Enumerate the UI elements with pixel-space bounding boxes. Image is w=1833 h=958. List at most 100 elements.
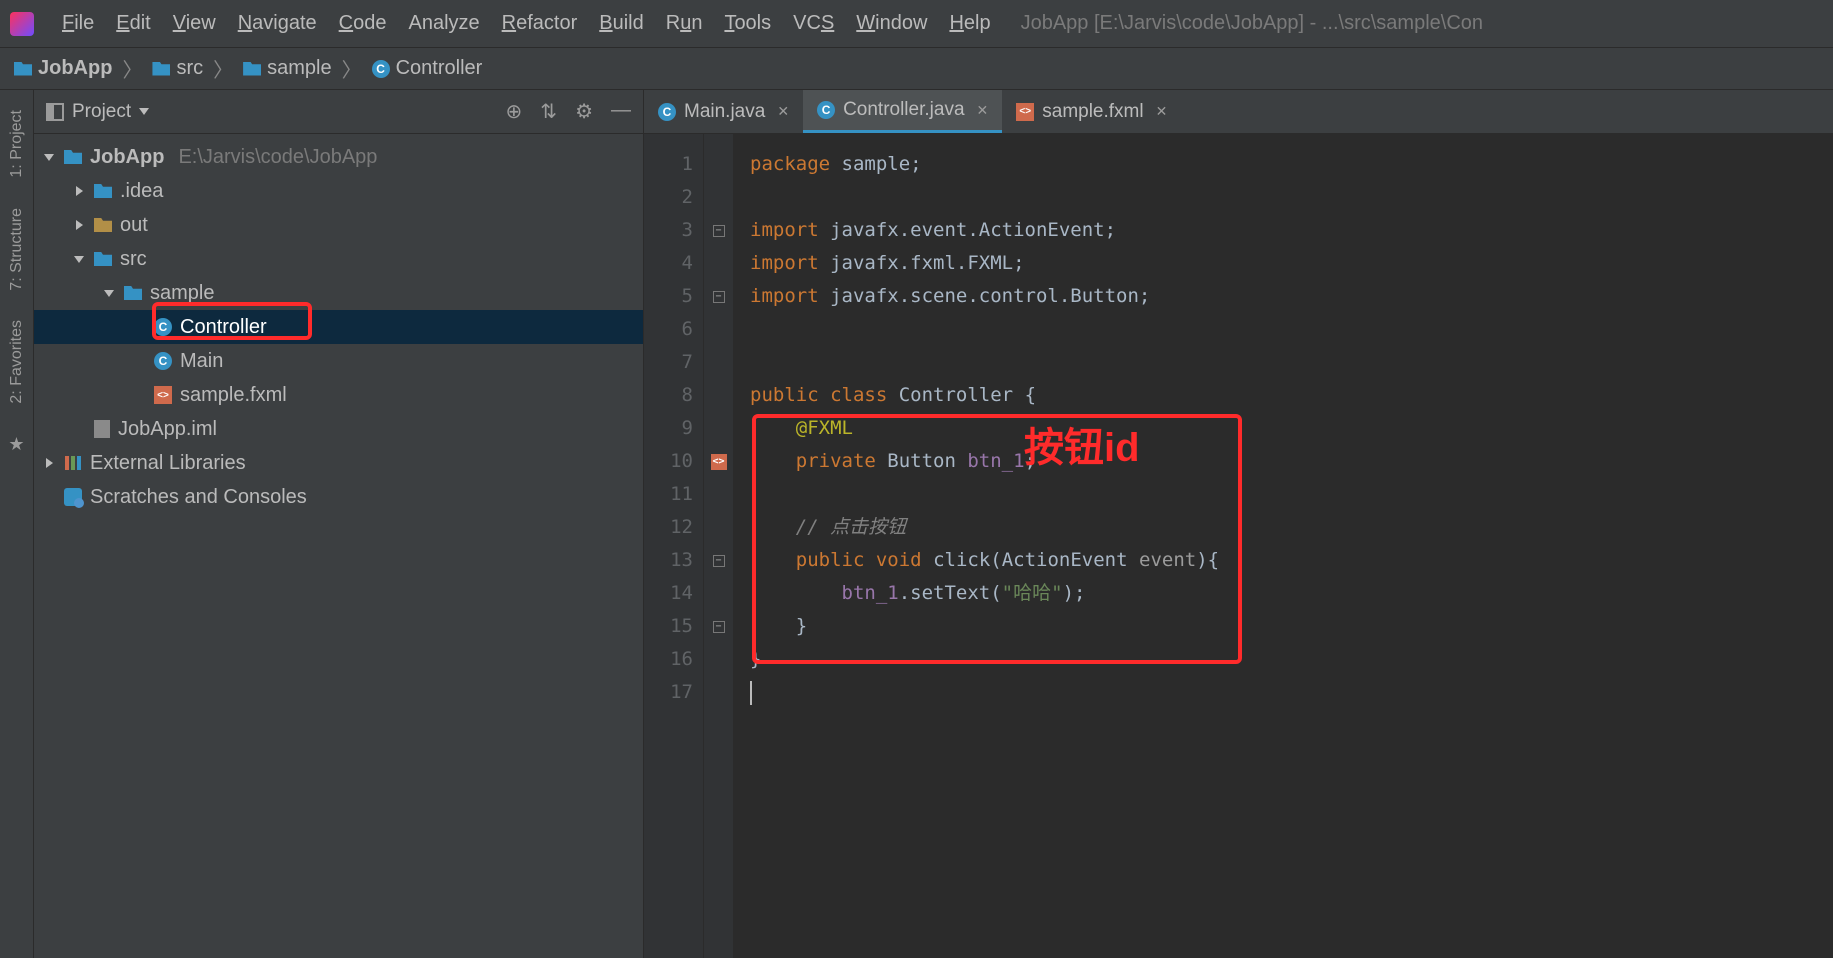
code-line[interactable]: public class Controller {: [750, 379, 1219, 412]
fold-close-icon[interactable]: −: [713, 291, 725, 303]
tool-tab-structure[interactable]: 7: Structure: [8, 208, 26, 291]
tree-label: JobApp.iml: [118, 418, 217, 441]
menu-edit[interactable]: Edit: [116, 12, 150, 35]
menu-tools[interactable]: Tools: [724, 12, 771, 35]
gutter-mark: [704, 412, 733, 445]
fxml-icon: [1016, 103, 1034, 121]
code-line[interactable]: private Button btn_1;: [750, 445, 1219, 478]
code-line[interactable]: [750, 346, 1219, 379]
gutter-mark: −: [704, 544, 733, 577]
line-number: 8: [644, 379, 693, 412]
gutter-mark: [704, 511, 733, 544]
line-number: 10: [644, 445, 693, 478]
gutter-mark: [704, 445, 733, 478]
code-line[interactable]: [750, 313, 1219, 346]
code-line[interactable]: [750, 676, 1219, 709]
close-tab-icon[interactable]: ✕: [1156, 103, 1168, 120]
code-line[interactable]: btn_1.setText("哈哈");: [750, 577, 1219, 610]
editor-tab-controller-java[interactable]: Controller.java✕: [803, 90, 1002, 133]
crumb-jobapp[interactable]: JobApp: [14, 57, 112, 80]
fold-open-icon[interactable]: −: [713, 225, 725, 237]
crumb-sample[interactable]: sample: [243, 57, 331, 80]
tree-item-main[interactable]: Main: [34, 344, 643, 378]
menu-window[interactable]: Window: [856, 12, 927, 35]
code-line[interactable]: @FXML: [750, 412, 1219, 445]
menu-code[interactable]: Code: [339, 12, 387, 35]
code-editor[interactable]: 1234567891011121314151617 −−−− package s…: [644, 134, 1833, 958]
chevron-down-icon: [139, 108, 149, 115]
locate-file-icon[interactable]: ⊕: [506, 99, 523, 124]
minimize-icon[interactable]: —: [611, 99, 631, 124]
tree-item-external-libraries[interactable]: External Libraries: [34, 446, 643, 480]
tree-item-sample-fxml[interactable]: sample.fxml: [34, 378, 643, 412]
menu-vcs[interactable]: VCS: [793, 12, 834, 35]
tree-item-src[interactable]: src: [34, 242, 643, 276]
code-line[interactable]: }: [750, 610, 1219, 643]
code-line[interactable]: [750, 181, 1219, 214]
favorites-star-icon: ★: [8, 434, 24, 455]
menu-file[interactable]: File: [62, 12, 94, 35]
code-line[interactable]: public void click(ActionEvent event){: [750, 544, 1219, 577]
tab-label: sample.fxml: [1042, 101, 1143, 123]
code-line[interactable]: import javafx.fxml.FXML;: [750, 247, 1219, 280]
menu-help[interactable]: Help: [949, 12, 990, 35]
tree-arrow-icon[interactable]: [102, 290, 116, 297]
scratches-icon: [64, 488, 82, 506]
code-line[interactable]: // 点击按钮: [750, 511, 1219, 544]
gutter-mark: [704, 313, 733, 346]
menu-view[interactable]: View: [173, 12, 216, 35]
close-tab-icon[interactable]: ✕: [777, 103, 789, 120]
tree-path: E:\Jarvis\code\JobApp: [178, 146, 377, 169]
tree-arrow-icon[interactable]: [42, 458, 56, 468]
folder-icon: [94, 252, 112, 266]
crumb-controller[interactable]: Controller: [372, 57, 483, 80]
code-line[interactable]: }: [750, 643, 1219, 676]
file-icon: [94, 420, 110, 438]
tree-item-out[interactable]: out: [34, 208, 643, 242]
project-dropdown[interactable]: Project: [46, 101, 149, 123]
collapse-all-icon[interactable]: ⇅: [540, 99, 557, 124]
crumb-src[interactable]: src: [152, 57, 203, 80]
line-number: 15: [644, 610, 693, 643]
line-number: 2: [644, 181, 693, 214]
code-line[interactable]: package sample;: [750, 148, 1219, 181]
code-content[interactable]: package sample; import javafx.event.Acti…: [734, 134, 1219, 958]
folder-icon: [124, 286, 142, 300]
tool-tab-project[interactable]: 1: Project: [8, 110, 26, 178]
tree-arrow-icon[interactable]: [72, 256, 86, 263]
tree-item-jobapp-iml[interactable]: JobApp.iml: [34, 412, 643, 446]
editor-tab-main-java[interactable]: Main.java✕: [644, 90, 803, 133]
close-tab-icon[interactable]: ✕: [977, 102, 989, 119]
folder-icon: [14, 62, 32, 76]
folder-icon: [152, 62, 170, 76]
tree-item--idea[interactable]: .idea: [34, 174, 643, 208]
menu-refactor[interactable]: Refactor: [502, 12, 578, 35]
fxml-gutter-icon[interactable]: [711, 454, 727, 470]
tool-tab-favorites[interactable]: 2: Favorites: [8, 320, 26, 404]
menu-analyze[interactable]: Analyze: [408, 12, 479, 35]
tree-item-sample[interactable]: sample: [34, 276, 643, 310]
code-line[interactable]: import javafx.scene.control.Button;: [750, 280, 1219, 313]
tree-item-jobapp[interactable]: JobAppE:\Jarvis\code\JobApp: [34, 140, 643, 174]
menu-build[interactable]: Build: [599, 12, 643, 35]
tree-arrow-icon[interactable]: [72, 186, 86, 196]
menu-navigate[interactable]: Navigate: [238, 12, 317, 35]
code-line[interactable]: [750, 478, 1219, 511]
menu-run[interactable]: Run: [666, 12, 703, 35]
fold-close-icon[interactable]: −: [713, 621, 725, 633]
tree-label: sample: [150, 282, 214, 305]
line-number: 13: [644, 544, 693, 577]
editor-tab-sample-fxml[interactable]: sample.fxml ✕: [1002, 90, 1181, 133]
tree-item-controller[interactable]: Controller: [34, 310, 643, 344]
line-number: 6: [644, 313, 693, 346]
gutter-mark: [704, 346, 733, 379]
fold-open-icon[interactable]: −: [713, 555, 725, 567]
tree-arrow-icon[interactable]: [72, 220, 86, 230]
tree-item-scratches-and-consoles[interactable]: Scratches and Consoles: [34, 480, 643, 514]
project-tree[interactable]: JobAppE:\Jarvis\code\JobApp.ideaoutsrc sa…: [34, 134, 643, 520]
class-icon: [154, 318, 172, 336]
tree-arrow-icon[interactable]: [42, 154, 56, 161]
breadcrumb-separator-icon: 〉: [122, 54, 142, 83]
code-line[interactable]: import javafx.event.ActionEvent;: [750, 214, 1219, 247]
settings-gear-icon[interactable]: ⚙: [575, 99, 593, 124]
